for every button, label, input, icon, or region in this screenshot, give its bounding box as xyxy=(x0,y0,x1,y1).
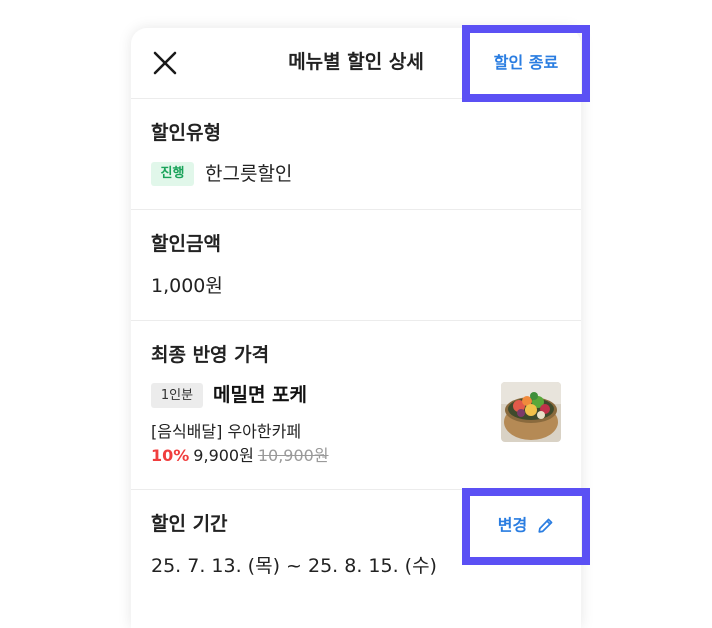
discount-type-section: 할인유형 진행 한그릇할인 xyxy=(131,99,581,210)
menu-image xyxy=(501,382,561,442)
serving-badge: 1인분 xyxy=(151,383,203,408)
page-title: 메뉴별 할인 상세 xyxy=(288,51,424,73)
change-label: 변경 xyxy=(497,515,528,535)
shop-name: [음식배달] 우아한카페 xyxy=(151,422,302,441)
close-button[interactable] xyxy=(151,49,179,77)
discount-amount-section: 할인금액 1,000원 xyxy=(131,210,581,321)
menu-name: 메밀면 포케 xyxy=(213,384,308,406)
discount-period-label: 할인 기간 xyxy=(151,513,228,535)
status-badge: 진행 xyxy=(151,162,194,186)
original-price: 10,900원 xyxy=(257,446,329,465)
close-icon xyxy=(153,51,177,75)
pencil-icon xyxy=(538,518,553,533)
header: 메뉴별 할인 상세 할인 종료 xyxy=(131,28,581,99)
discount-period-value: 25. 7. 13. (목) ~ 25. 8. 15. (수) xyxy=(151,555,437,577)
discount-amount-label: 할인금액 xyxy=(151,233,221,255)
discounted-price: 9,900원 xyxy=(193,446,254,465)
discount-amount-value: 1,000원 xyxy=(151,275,223,297)
discount-type-label: 할인유형 xyxy=(151,122,221,144)
discount-detail-panel: 메뉴별 할인 상세 할인 종료 할인유형 진행 한그릇할인 할인금액 1,000… xyxy=(131,28,581,628)
change-period-button[interactable]: 변경 xyxy=(476,510,576,540)
discount-rate: 10% xyxy=(151,446,190,465)
end-discount-button[interactable]: 할인 종료 xyxy=(476,48,576,78)
price-row: 10% 9,900원 10,900원 xyxy=(151,445,329,467)
discount-type-value: 한그릇할인 xyxy=(205,163,293,185)
final-price-label: 최종 반영 가격 xyxy=(151,344,270,366)
final-price-section: 최종 반영 가격 1인분 메밀면 포케 [음식배달] 우아한카페 10% 9,90… xyxy=(131,321,581,490)
discount-period-section: 할인 기간 25. 7. 13. (목) ~ 25. 8. 15. (수) 변경 xyxy=(131,490,581,628)
